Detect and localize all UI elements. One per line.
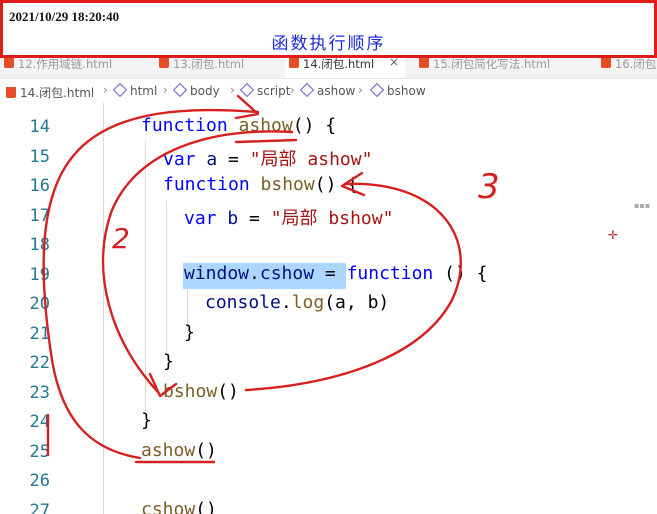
line-number: 18 <box>29 235 50 255</box>
line-number: 27 <box>29 501 50 514</box>
tab-16[interactable]: 16.闭包 <box>597 58 657 78</box>
chevron-right-icon: › <box>103 83 108 97</box>
line-number: 15 <box>29 147 50 167</box>
tab-label: 14.闭包.html <box>303 58 375 71</box>
tab-label: 13.闭包.html <box>173 58 245 71</box>
line-number: 26 <box>29 471 50 491</box>
editor-tab-bar: 12.作用域链.html 13.闭包.html 14.闭包.html × 15.… <box>0 58 657 79</box>
indent-guide <box>166 201 167 353</box>
indent-guide <box>103 103 104 514</box>
close-icon[interactable]: × <box>389 58 399 68</box>
line-number: 21 <box>29 324 50 344</box>
tab-15[interactable]: 15.闭包简化写法.html <box>415 58 590 78</box>
line-number: 24 <box>29 412 50 432</box>
code-editor[interactable]: 14 15 16 17 18 19 20 21 22 23 24 25 26 2… <box>0 103 657 514</box>
indent-guide <box>145 141 146 411</box>
element-icon <box>172 82 188 98</box>
html5-icon <box>601 58 611 68</box>
breadcrumb-script[interactable]: script <box>239 82 290 98</box>
html5-icon <box>159 58 169 68</box>
code-line-19: window.cshow = function () { <box>184 263 488 284</box>
line-number: 25 <box>29 442 50 462</box>
function-icon <box>299 82 315 98</box>
code-line-16: function bshow() { <box>163 174 359 195</box>
chevron-right-icon: › <box>358 83 363 97</box>
element-icon <box>239 82 255 98</box>
html5-icon <box>289 58 299 68</box>
tab-label: 16.闭包 <box>615 58 657 71</box>
banner-title: 函数执行顺序 <box>271 34 386 54</box>
html5-icon <box>419 58 429 68</box>
code-line-17: var b = "局部 bshow" <box>184 208 394 229</box>
element-icon <box>112 82 128 98</box>
breadcrumb: 14.闭包.html › html › body › script › asho… <box>0 79 657 103</box>
code-line-22: } <box>163 351 174 372</box>
line-number: 20 <box>29 294 50 314</box>
breadcrumb-ashow[interactable]: ashow <box>299 82 355 98</box>
breadcrumb-bshow[interactable]: bshow <box>369 82 426 98</box>
code-line-21: } <box>184 322 195 343</box>
breadcrumb-file[interactable]: 14.闭包.html <box>6 84 94 101</box>
chevron-right-icon: › <box>230 83 235 97</box>
line-number: 17 <box>29 206 50 226</box>
tab-13[interactable]: 13.闭包.html <box>155 58 280 78</box>
line-number: 23 <box>29 383 50 403</box>
indent-guide <box>187 287 188 327</box>
code-line-20: console.log(a, b) <box>205 292 390 313</box>
code-line-25: ashow() <box>141 440 217 461</box>
code-line-27: cshow() <box>141 499 217 514</box>
minimap-hint: ▪▪▪ <box>634 201 651 210</box>
crosshair-cursor-icon: ✛ <box>608 228 619 242</box>
tab-12[interactable]: 12.作用域链.html <box>0 58 150 78</box>
html5-icon <box>6 87 16 98</box>
code-line-15: var a = "局部 ashow" <box>163 149 373 170</box>
chevron-right-icon: › <box>290 83 295 97</box>
line-number: 14 <box>29 117 50 137</box>
line-number: 16 <box>29 176 50 196</box>
code-line-24: } <box>141 410 152 431</box>
chevron-right-icon: › <box>163 83 168 97</box>
breadcrumb-html[interactable]: html <box>112 82 157 98</box>
function-icon <box>369 82 385 98</box>
tab-label: 15.闭包简化写法.html <box>433 58 551 71</box>
timestamp: 2021/10/29 18:20:40 <box>9 9 120 24</box>
code-line-23: bshow() <box>163 381 239 402</box>
breadcrumb-body[interactable]: body <box>172 82 220 98</box>
annotation-banner: 2021/10/29 18:20:40 函数执行顺序 <box>0 0 657 58</box>
tab-label: 12.作用域链.html <box>18 58 113 71</box>
tab-14[interactable]: 14.闭包.html × <box>285 58 405 78</box>
html5-icon <box>4 58 14 68</box>
line-number: 19 <box>29 265 50 285</box>
code-line-14: function ashow() { <box>141 115 337 136</box>
line-number: 22 <box>29 353 50 373</box>
